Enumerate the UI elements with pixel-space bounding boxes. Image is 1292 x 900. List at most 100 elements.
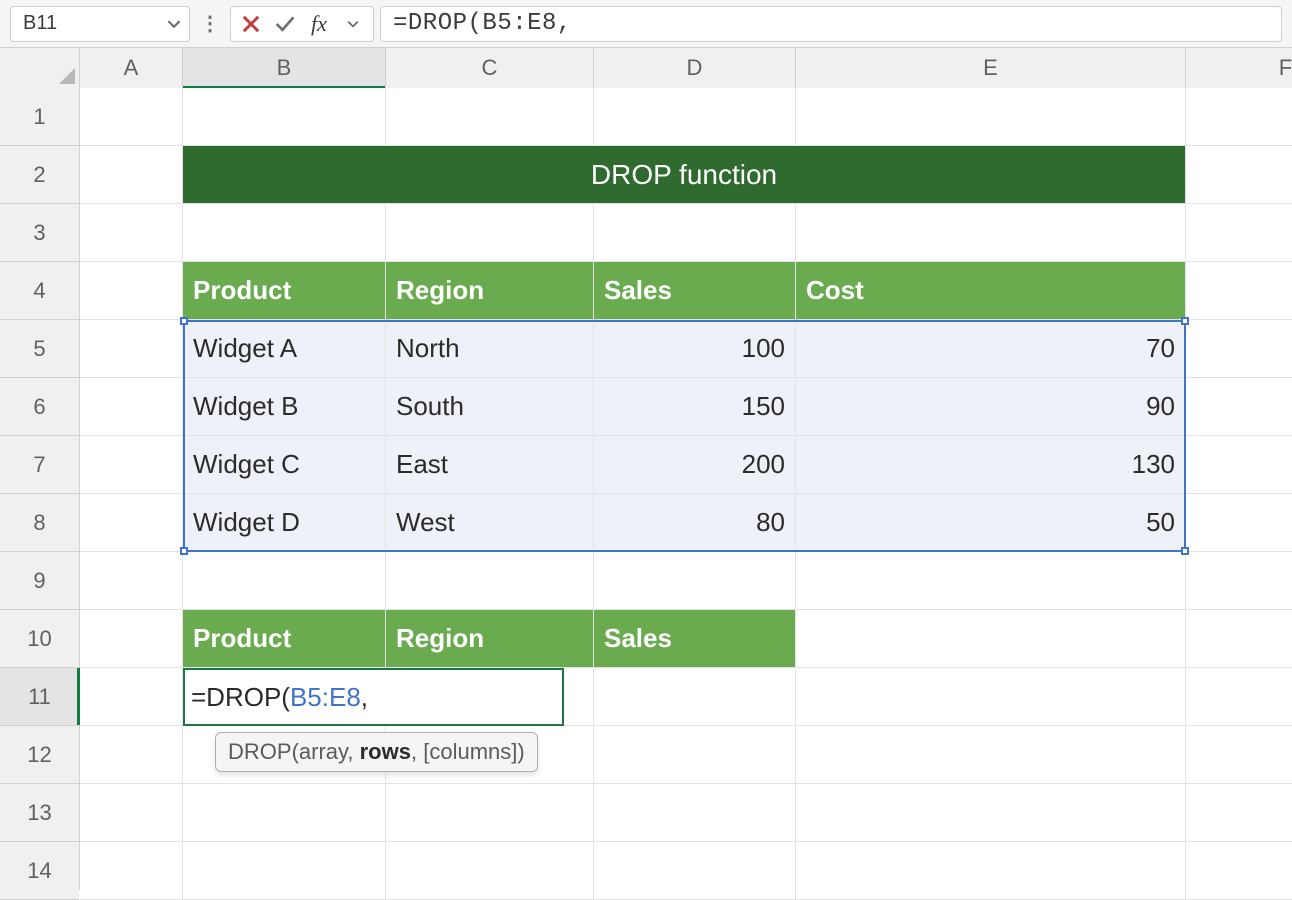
row-header-8[interactable]: 8 [0, 494, 79, 552]
table1-cell-r1-c3: 90 [796, 378, 1186, 436]
column-header-A[interactable]: A [80, 48, 183, 88]
cell-E13[interactable] [796, 784, 1186, 842]
tooltip-arg-rows[interactable]: rows [360, 739, 411, 764]
select-all-corner[interactable] [0, 48, 80, 88]
table2-header-0: Product [183, 610, 386, 668]
row-header-12[interactable]: 12 [0, 726, 79, 784]
row-header-6[interactable]: 6 [0, 378, 79, 436]
row-header-7[interactable]: 7 [0, 436, 79, 494]
column-header-C[interactable]: C [386, 48, 594, 88]
cell-B3[interactable] [183, 204, 386, 262]
cell-F5[interactable] [1186, 320, 1292, 378]
cell-A11[interactable] [80, 668, 183, 726]
cell-F12[interactable] [1186, 726, 1292, 784]
cancel-button[interactable] [237, 10, 265, 38]
table1-cell-r0-c3: 70 [796, 320, 1186, 378]
cell-A6[interactable] [80, 378, 183, 436]
spreadsheet-grid: ABCDEF 1234567891011121314 DROP function… [0, 48, 1292, 890]
cell-D14[interactable] [594, 842, 796, 900]
title-cell: DROP function [183, 146, 1186, 204]
chevron-down-icon[interactable] [167, 17, 181, 31]
row-header-5[interactable]: 5 [0, 320, 79, 378]
tooltip-arg-columns[interactable]: [columns] [423, 739, 517, 764]
row-header-10[interactable]: 10 [0, 610, 79, 668]
cell-F14[interactable] [1186, 842, 1292, 900]
cell-F4[interactable] [1186, 262, 1292, 320]
row-header-11[interactable]: 11 [0, 668, 79, 726]
cell-B13[interactable] [183, 784, 386, 842]
cell-F13[interactable] [1186, 784, 1292, 842]
row-header-4[interactable]: 4 [0, 262, 79, 320]
cell-grid[interactable]: DROP functionProductRegionSalesCostWidge… [80, 88, 1292, 890]
row-header-14[interactable]: 14 [0, 842, 79, 900]
row-header-9[interactable]: 9 [0, 552, 79, 610]
cell-A12[interactable] [80, 726, 183, 784]
cell-A7[interactable] [80, 436, 183, 494]
table1-header-0: Product [183, 262, 386, 320]
table1-header-2: Sales [594, 262, 796, 320]
cell-F6[interactable] [1186, 378, 1292, 436]
table1-header-1: Region [386, 262, 594, 320]
cell-A14[interactable] [80, 842, 183, 900]
active-cell-editor[interactable]: =DROP(B5:E8, [183, 668, 564, 726]
cell-F2[interactable] [1186, 146, 1292, 204]
cell-A9[interactable] [80, 552, 183, 610]
cell-A8[interactable] [80, 494, 183, 552]
tooltip-arg-array[interactable]: array [299, 739, 348, 764]
cell-C3[interactable] [386, 204, 594, 262]
function-tooltip[interactable]: DROP(array, rows, [columns]) [215, 732, 538, 772]
cell-F11[interactable] [1186, 668, 1292, 726]
cell-F7[interactable] [1186, 436, 1292, 494]
cell-D1[interactable] [594, 88, 796, 146]
formula-input[interactable]: =DROP(B5:E8, [380, 6, 1282, 42]
row-header-3[interactable]: 3 [0, 204, 79, 262]
cell-E9[interactable] [796, 552, 1186, 610]
column-header-E[interactable]: E [796, 48, 1186, 88]
cell-B14[interactable] [183, 842, 386, 900]
cell-A4[interactable] [80, 262, 183, 320]
cell-F10[interactable] [1186, 610, 1292, 668]
cell-A13[interactable] [80, 784, 183, 842]
cell-F3[interactable] [1186, 204, 1292, 262]
cell-D12[interactable] [594, 726, 796, 784]
table1-cell-r0-c2: 100 [594, 320, 796, 378]
cell-D11[interactable] [594, 668, 796, 726]
cell-D13[interactable] [594, 784, 796, 842]
cell-A5[interactable] [80, 320, 183, 378]
cell-C13[interactable] [386, 784, 594, 842]
cell-C14[interactable] [386, 842, 594, 900]
cell-B1[interactable] [183, 88, 386, 146]
column-header-D[interactable]: D [594, 48, 796, 88]
cell-B9[interactable] [183, 552, 386, 610]
enter-button[interactable] [271, 10, 299, 38]
insert-function-button[interactable]: fx [305, 10, 333, 38]
cell-C9[interactable] [386, 552, 594, 610]
row-header-2[interactable]: 2 [0, 146, 79, 204]
table1-cell-r3-c2: 80 [594, 494, 796, 552]
column-header-F[interactable]: F [1186, 48, 1292, 88]
cell-E3[interactable] [796, 204, 1186, 262]
cell-A3[interactable] [80, 204, 183, 262]
table1-cell-r3-c3: 50 [796, 494, 1186, 552]
cell-E10[interactable] [796, 610, 1186, 668]
table2-header-1: Region [386, 610, 594, 668]
cell-E11[interactable] [796, 668, 1186, 726]
row-header-1[interactable]: 1 [0, 88, 79, 146]
cell-A2[interactable] [80, 146, 183, 204]
cell-E12[interactable] [796, 726, 1186, 784]
cell-D3[interactable] [594, 204, 796, 262]
cell-F1[interactable] [1186, 88, 1292, 146]
cell-F9[interactable] [1186, 552, 1292, 610]
cell-A1[interactable] [80, 88, 183, 146]
column-header-B[interactable]: B [183, 48, 386, 88]
cell-D9[interactable] [594, 552, 796, 610]
cell-E1[interactable] [796, 88, 1186, 146]
cell-F8[interactable] [1186, 494, 1292, 552]
row-header-13[interactable]: 13 [0, 784, 79, 842]
cell-A10[interactable] [80, 610, 183, 668]
formula-controls: fx [230, 6, 374, 42]
cell-C1[interactable] [386, 88, 594, 146]
cell-E14[interactable] [796, 842, 1186, 900]
chevron-down-icon[interactable] [339, 10, 367, 38]
name-box[interactable]: B11 [10, 6, 190, 42]
